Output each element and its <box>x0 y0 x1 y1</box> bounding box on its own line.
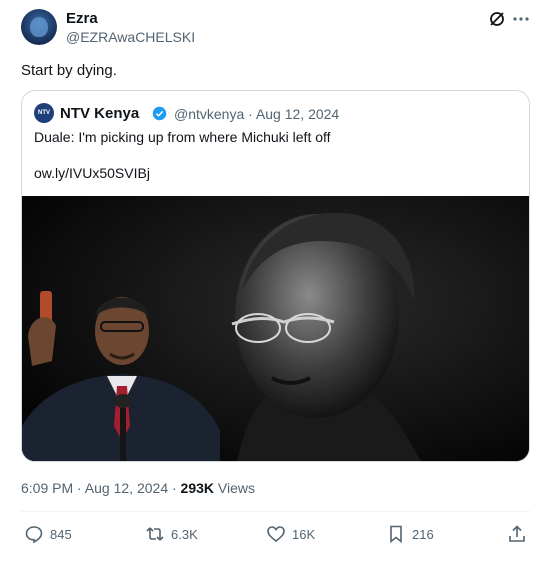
like-count: 16K <box>292 526 316 542</box>
bookmark-count: 216 <box>412 526 434 542</box>
more-icon[interactable] <box>511 9 531 29</box>
grok-icon[interactable] <box>487 9 507 29</box>
author-handle[interactable]: @EZRAwaCHELSKI <box>66 29 195 45</box>
quoted-avatar[interactable]: NTV <box>34 103 54 123</box>
quoted-author-name[interactable]: NTV Kenya <box>60 105 139 122</box>
tweet-text: Start by dying. <box>21 62 117 79</box>
verified-badge-icon <box>152 106 167 121</box>
quoted-tweet[interactable]: NTV NTV Kenya @ntvkenya · Aug 12, 2024 D… <box>21 90 530 462</box>
quoted-photo[interactable] <box>22 196 529 461</box>
share-button[interactable] <box>507 524 527 544</box>
quoted-handle-date: @ntvkenya · Aug 12, 2024 <box>174 106 340 122</box>
views-label: Views <box>214 480 255 496</box>
like-button[interactable]: 16K <box>266 524 315 544</box>
post-time[interactable]: 6:09 PM · Aug 12, 2024 · <box>21 480 181 496</box>
view-count: 293K <box>180 480 215 496</box>
repost-icon <box>146 527 164 541</box>
tweet-card: Ezra @EZRAwaCHELSKI Start by dying. NTV … <box>0 0 556 563</box>
reply-count: 845 <box>50 526 72 542</box>
author-name[interactable]: Ezra <box>66 10 98 27</box>
bookmark-button[interactable]: 216 <box>386 524 434 544</box>
repost-button[interactable]: 6.3K <box>145 524 198 544</box>
bookmark-icon <box>390 525 402 544</box>
repost-count: 6.3K <box>171 526 198 542</box>
divider <box>21 511 530 512</box>
photo-image <box>22 196 529 461</box>
quoted-text: Duale: I'm picking up from where Michuki… <box>34 129 331 145</box>
share-icon <box>509 525 525 542</box>
quoted-link[interactable]: ow.ly/IVUx50SVIBj <box>34 165 150 181</box>
post-timestamp: 6:09 PM · Aug 12, 2024 · 293K Views <box>21 480 255 496</box>
reply-icon <box>25 526 43 544</box>
reply-button[interactable]: 845 <box>24 524 72 544</box>
heart-icon <box>267 526 285 543</box>
avatar[interactable] <box>21 9 57 45</box>
